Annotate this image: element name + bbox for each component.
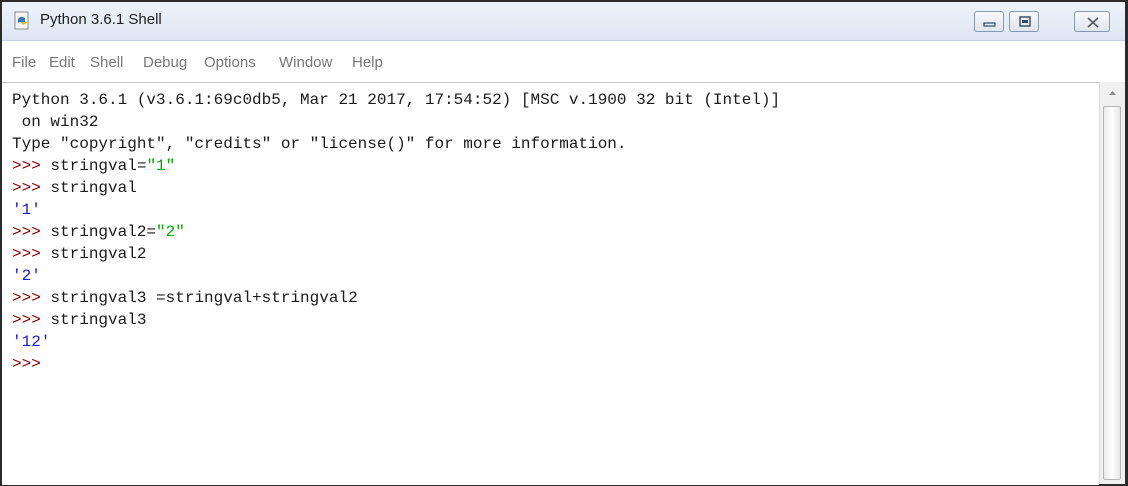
scroll-up-icon[interactable] bbox=[1100, 82, 1125, 104]
code-text: stringval3 bbox=[40, 311, 147, 329]
menu-file[interactable]: File bbox=[12, 54, 36, 71]
menu-help[interactable]: Help bbox=[352, 54, 383, 71]
input-line: >>> stringval2 bbox=[12, 243, 146, 265]
shell-prompt: >>> bbox=[12, 355, 41, 373]
shell-prompt: >>> bbox=[12, 223, 41, 241]
code-text: stringval bbox=[40, 179, 137, 197]
input-line: >>> stringval bbox=[12, 177, 137, 199]
vertical-scrollbar[interactable] bbox=[1099, 82, 1125, 484]
shell-text-area[interactable]: Python 3.6.1 (v3.6.1:69c0db5, Mar 21 201… bbox=[2, 82, 1099, 485]
menu-shell[interactable]: Shell bbox=[90, 54, 123, 71]
close-icon bbox=[1087, 17, 1099, 28]
close-button[interactable] bbox=[1074, 11, 1110, 32]
shell-prompt: >>> bbox=[12, 245, 41, 263]
menu-bar: File Edit Shell Debug Options Window Hel… bbox=[2, 54, 1125, 76]
input-line: >>> stringval3 =stringval+stringval2 bbox=[12, 287, 358, 309]
code-text: stringval= bbox=[40, 157, 147, 175]
code-text: stringval3 =stringval+stringval2 bbox=[40, 289, 358, 307]
string-literal: "2" bbox=[156, 223, 185, 241]
menu-debug[interactable]: Debug bbox=[143, 54, 187, 71]
shell-prompt: >>> bbox=[12, 289, 41, 307]
input-line: >>> stringval2="2" bbox=[12, 221, 185, 243]
menu-options[interactable]: Options bbox=[204, 54, 256, 71]
banner-line: Type "copyright", "credits" or "license(… bbox=[12, 135, 627, 153]
input-line[interactable]: >>> bbox=[12, 353, 41, 375]
shell-prompt: >>> bbox=[12, 179, 41, 197]
maximize-button[interactable] bbox=[1009, 11, 1039, 32]
minimize-icon bbox=[983, 22, 996, 27]
window-title: Python 3.6.1 Shell bbox=[40, 11, 162, 28]
shell-prompt: >>> bbox=[12, 157, 41, 175]
menu-edit[interactable]: Edit bbox=[49, 54, 75, 71]
python-idle-icon bbox=[14, 11, 29, 30]
idle-shell-window: Python 3.6.1 Shell File Edit Shell Debug… bbox=[0, 0, 1128, 486]
shell-prompt: >>> bbox=[12, 311, 41, 329]
minimize-button[interactable] bbox=[974, 11, 1004, 32]
title-bar[interactable]: Python 3.6.1 Shell bbox=[2, 2, 1125, 41]
output-line: '1' bbox=[12, 201, 41, 219]
output-line: '2' bbox=[12, 267, 41, 285]
menu-window[interactable]: Window bbox=[279, 54, 332, 71]
maximize-icon bbox=[1019, 16, 1031, 27]
banner-line: Python 3.6.1 (v3.6.1:69c0db5, Mar 21 201… bbox=[12, 91, 781, 109]
string-literal: "1" bbox=[146, 157, 176, 175]
banner-line: on win32 bbox=[12, 113, 99, 131]
code-text: stringval2 bbox=[40, 245, 147, 263]
scroll-thumb[interactable] bbox=[1103, 106, 1121, 480]
code-text: stringval2= bbox=[40, 223, 157, 241]
input-line: >>> stringval3 bbox=[12, 309, 146, 331]
input-line: >>> stringval="1" bbox=[12, 155, 175, 177]
output-line: '12' bbox=[12, 333, 51, 351]
